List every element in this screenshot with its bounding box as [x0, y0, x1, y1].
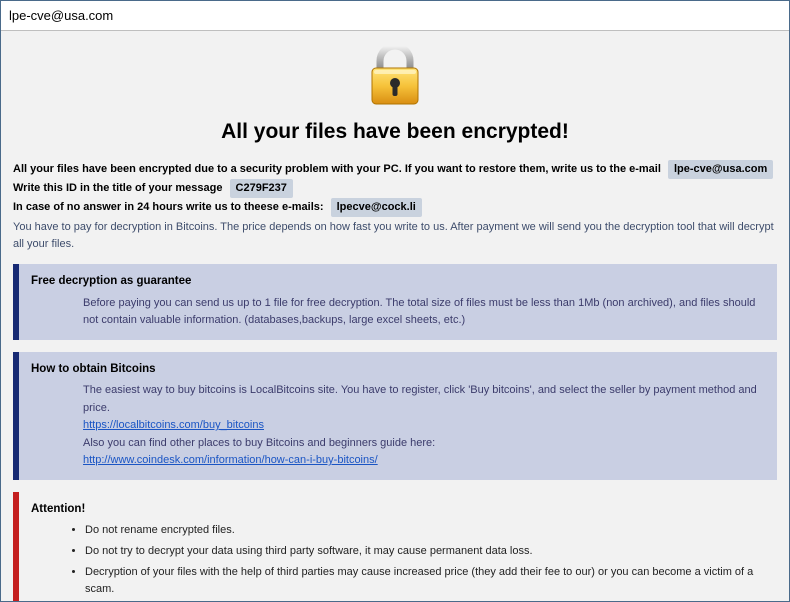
email-pill-2: lpecve@cock.li — [331, 198, 422, 217]
intro-line3-text: In case of no answer in 24 hours write u… — [13, 201, 324, 213]
ransom-window: lpe-cve@usa.com — [0, 0, 790, 602]
guarantee-panel: Free decryption as guarantee Before payi… — [13, 264, 777, 340]
intro-line-3: In case of no answer in 24 hours write u… — [13, 198, 777, 217]
intro-line1-text: All your files have been encrypted due t… — [13, 163, 661, 175]
obtain-panel: How to obtain Bitcoins The easiest way t… — [13, 352, 777, 480]
window-title: lpe-cve@usa.com — [9, 8, 113, 23]
obtain-body2: Also you can find other places to buy Bi… — [83, 435, 767, 453]
lock-icon-wrap — [13, 43, 777, 112]
lock-icon — [366, 43, 424, 107]
afterpay-text: You have to pay for decryption in Bitcoi… — [13, 219, 777, 252]
guarantee-title: Free decryption as guarantee — [31, 272, 767, 290]
intro-line-1: All your files have been encrypted due t… — [13, 160, 777, 179]
headline: All your files have been encrypted! — [13, 120, 777, 144]
obtain-link-1[interactable]: https://localbitcoins.com/buy_bitcoins — [83, 419, 264, 431]
attention-title: Attention! — [31, 500, 767, 518]
attention-item: Do not try to decrypt your data using th… — [85, 543, 767, 561]
intro-line2-text: Write this ID in the title of your messa… — [13, 182, 222, 194]
attention-body: Do not rename encrypted files. Do not tr… — [31, 522, 767, 598]
obtain-body1: The easiest way to buy bitcoins is Local… — [83, 382, 767, 417]
attention-item: Do not rename encrypted files. — [85, 522, 767, 540]
guarantee-body: Before paying you can send us up to 1 fi… — [31, 295, 767, 330]
content-area: All your files have been encrypted! All … — [1, 31, 789, 601]
obtain-link-2[interactable]: http://www.coindesk.com/information/how-… — [83, 454, 378, 466]
obtain-title: How to obtain Bitcoins — [31, 360, 767, 378]
intro-block: All your files have been encrypted due t… — [13, 160, 777, 252]
intro-line-2: Write this ID in the title of your messa… — [13, 179, 777, 198]
attention-list: Do not rename encrypted files. Do not tr… — [67, 522, 767, 598]
obtain-body: The easiest way to buy bitcoins is Local… — [31, 382, 767, 470]
titlebar: lpe-cve@usa.com — [1, 1, 789, 31]
attention-panel: Attention! Do not rename encrypted files… — [13, 492, 777, 601]
attention-item: Decryption of your files with the help o… — [85, 564, 767, 599]
id-pill: C279F237 — [230, 179, 293, 198]
email-pill-1: lpe-cve@usa.com — [668, 160, 773, 179]
